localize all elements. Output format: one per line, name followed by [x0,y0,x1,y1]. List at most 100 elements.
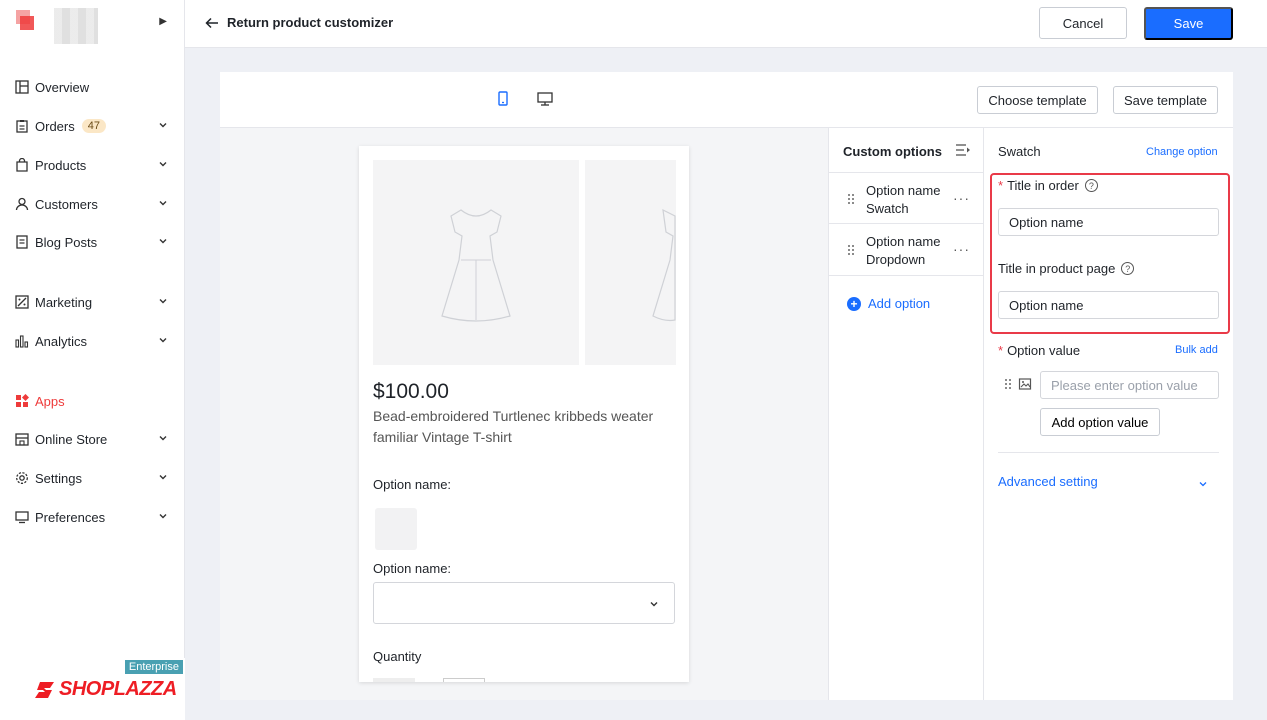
mobile-preview: $100.00 Bead-embroidered Turtlenec kribb… [359,146,689,682]
cancel-button[interactable]: Cancel [1039,7,1127,39]
return-label: Return product customizer [227,15,394,30]
sidebar-item-marketing[interactable]: Marketing [0,284,185,320]
chevron-down-icon [157,510,169,522]
sidebar-item-settings[interactable]: Settings [0,460,185,496]
orders-icon [14,119,29,134]
dress-icon [441,209,511,322]
plus-circle-icon: + [847,296,861,311]
chevron-down-icon [157,119,169,131]
more-actions-icon[interactable]: ··· [953,241,970,257]
quantity-input[interactable] [443,678,485,682]
drag-handle-icon[interactable] [847,193,855,208]
product-title: Bead-embroidered Turtlenec kribbeds weat… [373,408,654,445]
title-in-page-input[interactable]: Option name [998,291,1219,319]
field-label-text: Title in order [1007,178,1079,193]
more-actions-icon[interactable]: ··· [953,190,970,206]
products-icon [14,158,29,173]
sidebar-item-overview[interactable]: Overview [0,69,185,105]
save-button[interactable]: Save [1144,7,1233,40]
change-option-link[interactable]: Change option [1146,146,1218,158]
add-option-value-button[interactable]: Add option value [1040,408,1160,436]
sidebar-item-label: Orders [35,118,75,134]
help-icon[interactable]: ? [1121,262,1135,275]
option-dropdown[interactable] [373,582,675,624]
sidebar-item-label: Blog Posts [35,234,98,250]
sidebar-item-orders[interactable]: Orders 47 [0,108,185,144]
orders-count-badge: 47 [81,119,106,133]
store-switcher[interactable]: ▶ [0,0,185,48]
return-link[interactable]: Return product customizer [205,15,393,30]
preview-area: $100.00 Bead-embroidered Turtlenec kribb… [220,128,828,700]
product-price: $100.00 [373,380,449,403]
sidebar-item-products[interactable]: Products [0,147,185,183]
save-template-button[interactable]: Save template [1113,86,1218,114]
store-logo [16,10,38,34]
bulk-add-link[interactable]: Bulk add [1175,344,1218,356]
chevron-right-icon: ▶ [159,16,167,27]
choose-template-button[interactable]: Choose template [977,86,1098,114]
option-list-type: Swatch [866,201,909,216]
sidebar-item-online-store[interactable]: Online Store [0,421,185,457]
chevron-down-icon [157,334,169,346]
topbar: Return product customizer Cancel Save [185,0,1267,48]
apps-icon [14,394,29,409]
edition-badge: Enterprise [124,660,183,674]
collapse-panel-icon[interactable] [955,142,971,161]
arrow-left-icon [205,17,218,28]
brand-name: SHOPLAZZA [59,678,177,700]
quantity-stepper[interactable] [373,678,415,682]
divider [998,452,1219,453]
sidebar-item-label: Customers [35,196,98,212]
required-marker: * [998,178,1004,193]
option-value-label: * Option value [998,343,1080,358]
desktop-view-icon[interactable] [536,90,554,108]
chevron-down-icon [157,235,169,247]
custom-options-title: Custom options [843,144,942,159]
option-list-text: Option name Swatch [866,182,940,218]
overview-icon [14,80,29,95]
title-in-order-input[interactable]: Option name [998,208,1219,236]
option-settings-panel: Swatch Change option * Title in order ? … [984,128,1233,700]
drag-handle-icon[interactable] [1004,378,1012,393]
store-icon [14,432,29,447]
blog-icon [14,235,29,250]
required-marker: * [998,343,1004,358]
sidebar-item-label: Analytics [35,333,88,349]
sidebar: ▶ Overview Orders 47 Products Customers … [0,0,185,720]
chevron-down-icon [648,598,660,613]
field-label-text: Title in product page [998,261,1116,276]
option-list-type: Dropdown [866,252,926,267]
chevron-down-icon [157,158,169,170]
image-upload-icon[interactable] [1018,377,1032,394]
option-list-item-swatch[interactable]: Option name Swatch ··· [829,172,984,224]
chevron-down-icon [157,432,169,444]
shoplazza-logo: SHOPLAZZA [34,678,177,701]
monitor-icon [14,510,29,525]
chevron-down-icon [157,471,169,483]
sidebar-item-label: Preferences [35,509,106,525]
dress-icon [652,208,676,322]
shoplazza-mark-icon [35,681,54,698]
sidebar-item-analytics[interactable]: Analytics [0,323,185,359]
help-icon[interactable]: ? [1084,179,1098,192]
mobile-view-icon[interactable] [494,90,512,108]
option-label: Option name: [373,477,452,492]
option-type-title: Swatch [998,144,1041,159]
gear-icon [14,471,29,486]
swatch-placeholder[interactable] [375,508,417,550]
sidebar-item-customers[interactable]: Customers [0,186,185,222]
sidebar-item-apps[interactable]: Apps [0,383,185,419]
option-list-item-dropdown[interactable]: Option name Dropdown ··· [829,224,984,276]
marketing-icon [14,295,29,310]
add-option-button[interactable]: + Add option [847,296,930,311]
title-in-page-label: Title in product page ? [998,261,1135,276]
option-value-input[interactable]: Please enter option value [1040,371,1219,399]
product-image [585,160,676,365]
drag-handle-icon[interactable] [847,244,855,259]
sidebar-item-blog-posts[interactable]: Blog Posts [0,224,185,260]
title-in-order-label: * Title in order ? [998,178,1098,193]
advanced-setting-toggle[interactable]: Advanced setting [998,474,1208,489]
custom-options-panel: Custom options Option name Swatch ··· Op… [828,128,984,700]
sidebar-item-preferences[interactable]: Preferences [0,499,185,535]
chevron-down-icon [1198,477,1208,492]
